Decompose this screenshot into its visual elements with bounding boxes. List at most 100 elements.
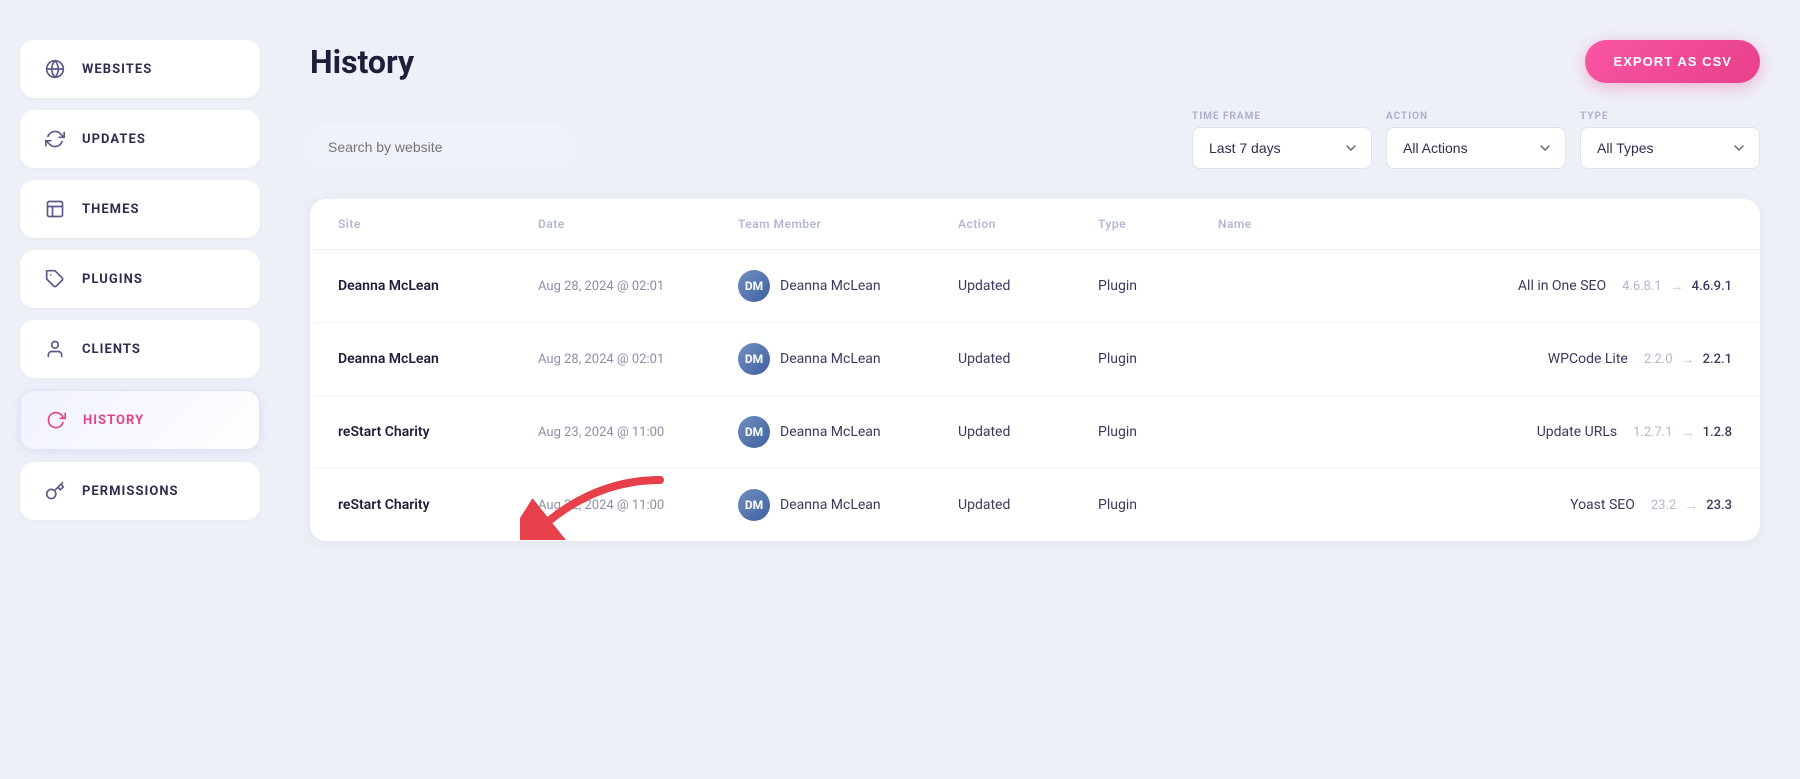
avatar: DM (738, 489, 770, 521)
plugin-name: Update URLs (1537, 424, 1617, 440)
row-date: Aug 23, 2024 @ 11:00 (538, 425, 738, 440)
team-member-cell: DM Deanna McLean (738, 270, 958, 302)
version-to: 2.2.1 (1703, 352, 1732, 367)
history-table: Site Date Team Member Action Type Name D… (310, 199, 1760, 541)
table-row: Deanna McLean Aug 28, 2024 @ 02:01 DM De… (310, 323, 1760, 396)
arrow-right-icon: → (1684, 497, 1698, 514)
avatar-image: DM (738, 343, 770, 375)
avatar: DM (738, 270, 770, 302)
col-date: Date (538, 217, 738, 231)
filter-bar: TIME FRAME Last 7 days Last 30 days Last… (310, 111, 1760, 169)
avatar: DM (738, 416, 770, 448)
row-action: Updated (958, 424, 1098, 440)
sidebar-item-plugins-label: Plugins (82, 272, 143, 287)
team-member-name: Deanna McLean (780, 351, 881, 367)
col-name: Name (1218, 217, 1732, 231)
team-member-cell: DM Deanna McLean (738, 416, 958, 448)
search-input[interactable] (310, 125, 570, 169)
team-member-name: Deanna McLean (780, 278, 881, 294)
site-name: Deanna McLean (338, 351, 538, 367)
version-to: 23.3 (1706, 498, 1732, 513)
plugin-name: Yoast SEO (1570, 497, 1635, 513)
action-label: ACTION (1386, 111, 1566, 122)
sidebar-item-clients-label: Clients (82, 342, 141, 357)
filter-group: TIME FRAME Last 7 days Last 30 days Last… (1192, 111, 1760, 169)
version-cell: Update URLs 1.2.7.1 → 1.2.8 (1218, 424, 1732, 441)
row-action: Updated (958, 497, 1098, 513)
time-frame-filter: TIME FRAME Last 7 days Last 30 days Last… (1192, 111, 1372, 169)
row-date: Aug 28, 2024 @ 02:01 (538, 352, 738, 367)
version-cell: WPCode Lite 2.2.0 → 2.2.1 (1218, 351, 1732, 368)
sidebar-item-clients[interactable]: Clients (20, 320, 260, 378)
table-header: Site Date Team Member Action Type Name (310, 199, 1760, 250)
type-select[interactable]: All Types Plugin Theme (1580, 127, 1760, 169)
site-name: reStart Charity (338, 497, 538, 513)
site-name: Deanna McLean (338, 278, 538, 294)
version-cell: Yoast SEO 23.2 → 23.3 (1218, 497, 1732, 514)
plugin-name: All in One SEO (1518, 278, 1606, 294)
col-action: Action (958, 217, 1098, 231)
sidebar-item-updates[interactable]: Updates (20, 110, 260, 168)
team-member-name: Deanna McLean (780, 497, 881, 513)
site-name: reStart Charity (338, 424, 538, 440)
avatar: DM (738, 343, 770, 375)
arrow-right-icon: → (1670, 278, 1684, 295)
version-from: 23.2 (1651, 498, 1676, 513)
page-title: History (310, 43, 414, 81)
row-date: Aug 28, 2024 @ 02:01 (538, 279, 738, 294)
arrow-right-icon: → (1681, 424, 1695, 441)
team-member-cell: DM Deanna McLean (738, 489, 958, 521)
table-row: Deanna McLean Aug 28, 2024 @ 02:01 DM De… (310, 250, 1760, 323)
avatar-image: DM (738, 416, 770, 448)
col-type: Type (1098, 217, 1218, 231)
sidebar-item-themes-label: Themes (82, 202, 140, 217)
table-row: reStart Charity Aug 23, 2024 @ 11:00 DM … (310, 396, 1760, 469)
sidebar-item-websites-label: Websites (82, 62, 152, 77)
history-icon (45, 409, 67, 431)
version-cell: All in One SEO 4.6.8.1 → 4.6.9.1 (1218, 278, 1732, 295)
time-frame-label: TIME FRAME (1192, 111, 1372, 122)
header-row: History EXPORT AS CSV (310, 40, 1760, 83)
col-site: Site (338, 217, 538, 231)
version-from: 4.6.8.1 (1622, 279, 1662, 294)
version-from: 2.2.0 (1644, 352, 1673, 367)
type-label: TYPE (1580, 111, 1760, 122)
team-member-cell: DM Deanna McLean (738, 343, 958, 375)
puzzle-icon (44, 268, 66, 290)
row-action: Updated (958, 351, 1098, 367)
sidebar: Websites Updates Themes Plugins (0, 0, 280, 779)
sidebar-item-history-label: History (83, 413, 144, 428)
export-csv-button[interactable]: EXPORT AS CSV (1585, 40, 1760, 83)
main-content: History EXPORT AS CSV TIME FRAME Last 7 … (280, 0, 1800, 779)
row-date: Aug 22, 2024 @ 11:00 (538, 498, 738, 513)
search-wrap (310, 125, 570, 169)
sidebar-item-permissions[interactable]: Permissions (20, 462, 260, 520)
row-type: Plugin (1098, 424, 1218, 440)
version-from: 1.2.7.1 (1633, 425, 1673, 440)
action-filter: ACTION All Actions Updated Installed (1386, 111, 1566, 169)
avatar-image: DM (738, 489, 770, 521)
row-action: Updated (958, 278, 1098, 294)
row-type: Plugin (1098, 351, 1218, 367)
plugin-name: WPCode Lite (1548, 351, 1628, 367)
avatar-image: DM (738, 270, 770, 302)
row-type: Plugin (1098, 497, 1218, 513)
sidebar-item-history[interactable]: History (20, 390, 260, 450)
sidebar-item-permissions-label: Permissions (82, 484, 179, 499)
user-icon (44, 338, 66, 360)
key-icon (44, 480, 66, 502)
layout-icon (44, 198, 66, 220)
version-to: 4.6.9.1 (1692, 279, 1732, 294)
table-row: reStart Charity Aug 22, 2024 @ 11:00 DM … (310, 469, 1760, 541)
time-frame-select[interactable]: Last 7 days Last 30 days Last 90 days (1192, 127, 1372, 169)
version-to: 1.2.8 (1703, 425, 1732, 440)
row-type: Plugin (1098, 278, 1218, 294)
col-team-member: Team Member (738, 217, 958, 231)
globe-icon (44, 58, 66, 80)
sidebar-item-websites[interactable]: Websites (20, 40, 260, 98)
sidebar-item-themes[interactable]: Themes (20, 180, 260, 238)
type-filter: TYPE All Types Plugin Theme (1580, 111, 1760, 169)
sidebar-item-plugins[interactable]: Plugins (20, 250, 260, 308)
action-select[interactable]: All Actions Updated Installed (1386, 127, 1566, 169)
sidebar-item-updates-label: Updates (82, 132, 146, 147)
